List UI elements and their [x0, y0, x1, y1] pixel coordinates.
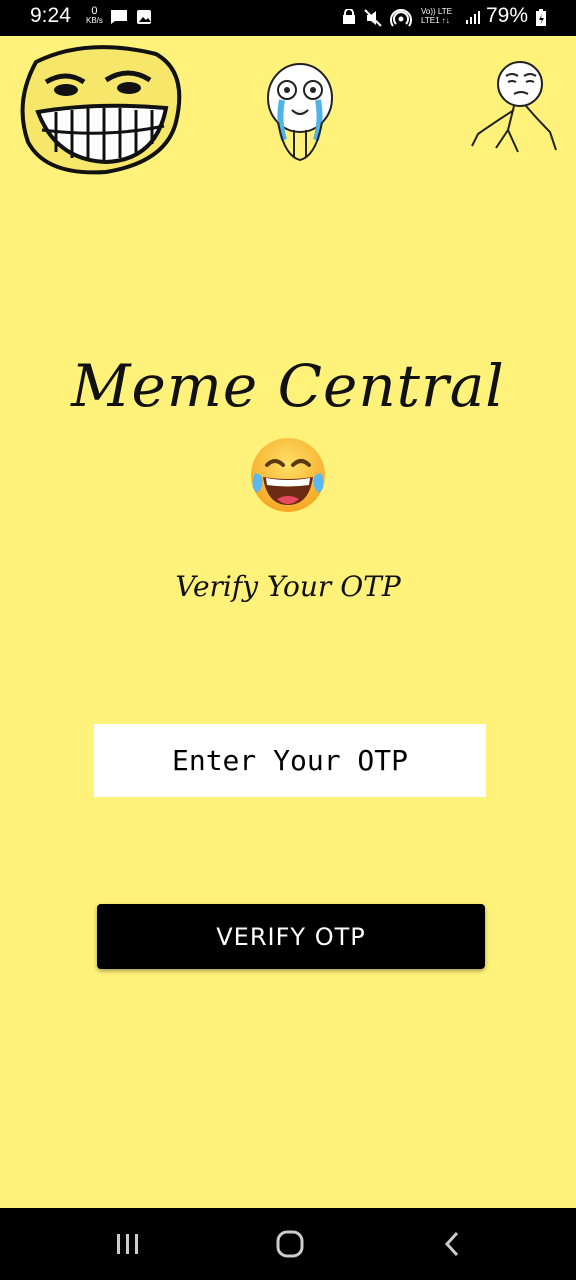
recent-apps-button[interactable]	[88, 1208, 168, 1280]
network-speed: 0 KB/s	[86, 6, 103, 25]
home-button[interactable]	[250, 1208, 330, 1280]
status-time: 9:24	[30, 4, 71, 27]
mute-icon	[364, 9, 382, 27]
troll-face-icon	[20, 45, 182, 175]
back-button[interactable]	[412, 1208, 492, 1280]
okay-rage-face-icon	[471, 61, 557, 153]
network-speed-unit: KB/s	[86, 16, 103, 25]
message-icon	[111, 10, 127, 24]
lte-bottom: LTE1 ↑↓	[421, 16, 450, 25]
home-icon	[276, 1230, 304, 1258]
status-bar: 9:24 0 KB/s Vo)) LTE LTE1 ↑↓ 79%	[0, 0, 576, 36]
signal-icon	[466, 11, 480, 24]
lte-indicator: Vo)) LTE LTE1 ↑↓	[421, 7, 452, 25]
image-icon	[137, 10, 151, 24]
back-icon	[444, 1231, 459, 1257]
recent-apps-icon	[117, 1234, 138, 1254]
navigation-bar	[0, 1208, 576, 1280]
verify-subtitle: Verify Your OTP	[175, 570, 401, 603]
lte-top: Vo)) LTE	[421, 7, 452, 16]
laughing-tears-emoji-icon	[251, 438, 325, 512]
crying-happy-rage-face-icon	[267, 63, 333, 162]
app-title: Meme Central	[71, 352, 505, 420]
battery-charging-icon	[536, 9, 546, 26]
hotspot-icon	[390, 9, 412, 27]
otp-input[interactable]	[94, 724, 486, 797]
battery-percent: 79%	[486, 4, 529, 27]
lock-icon	[343, 9, 355, 24]
verify-otp-button[interactable]: VERIFY OTP	[97, 904, 485, 969]
